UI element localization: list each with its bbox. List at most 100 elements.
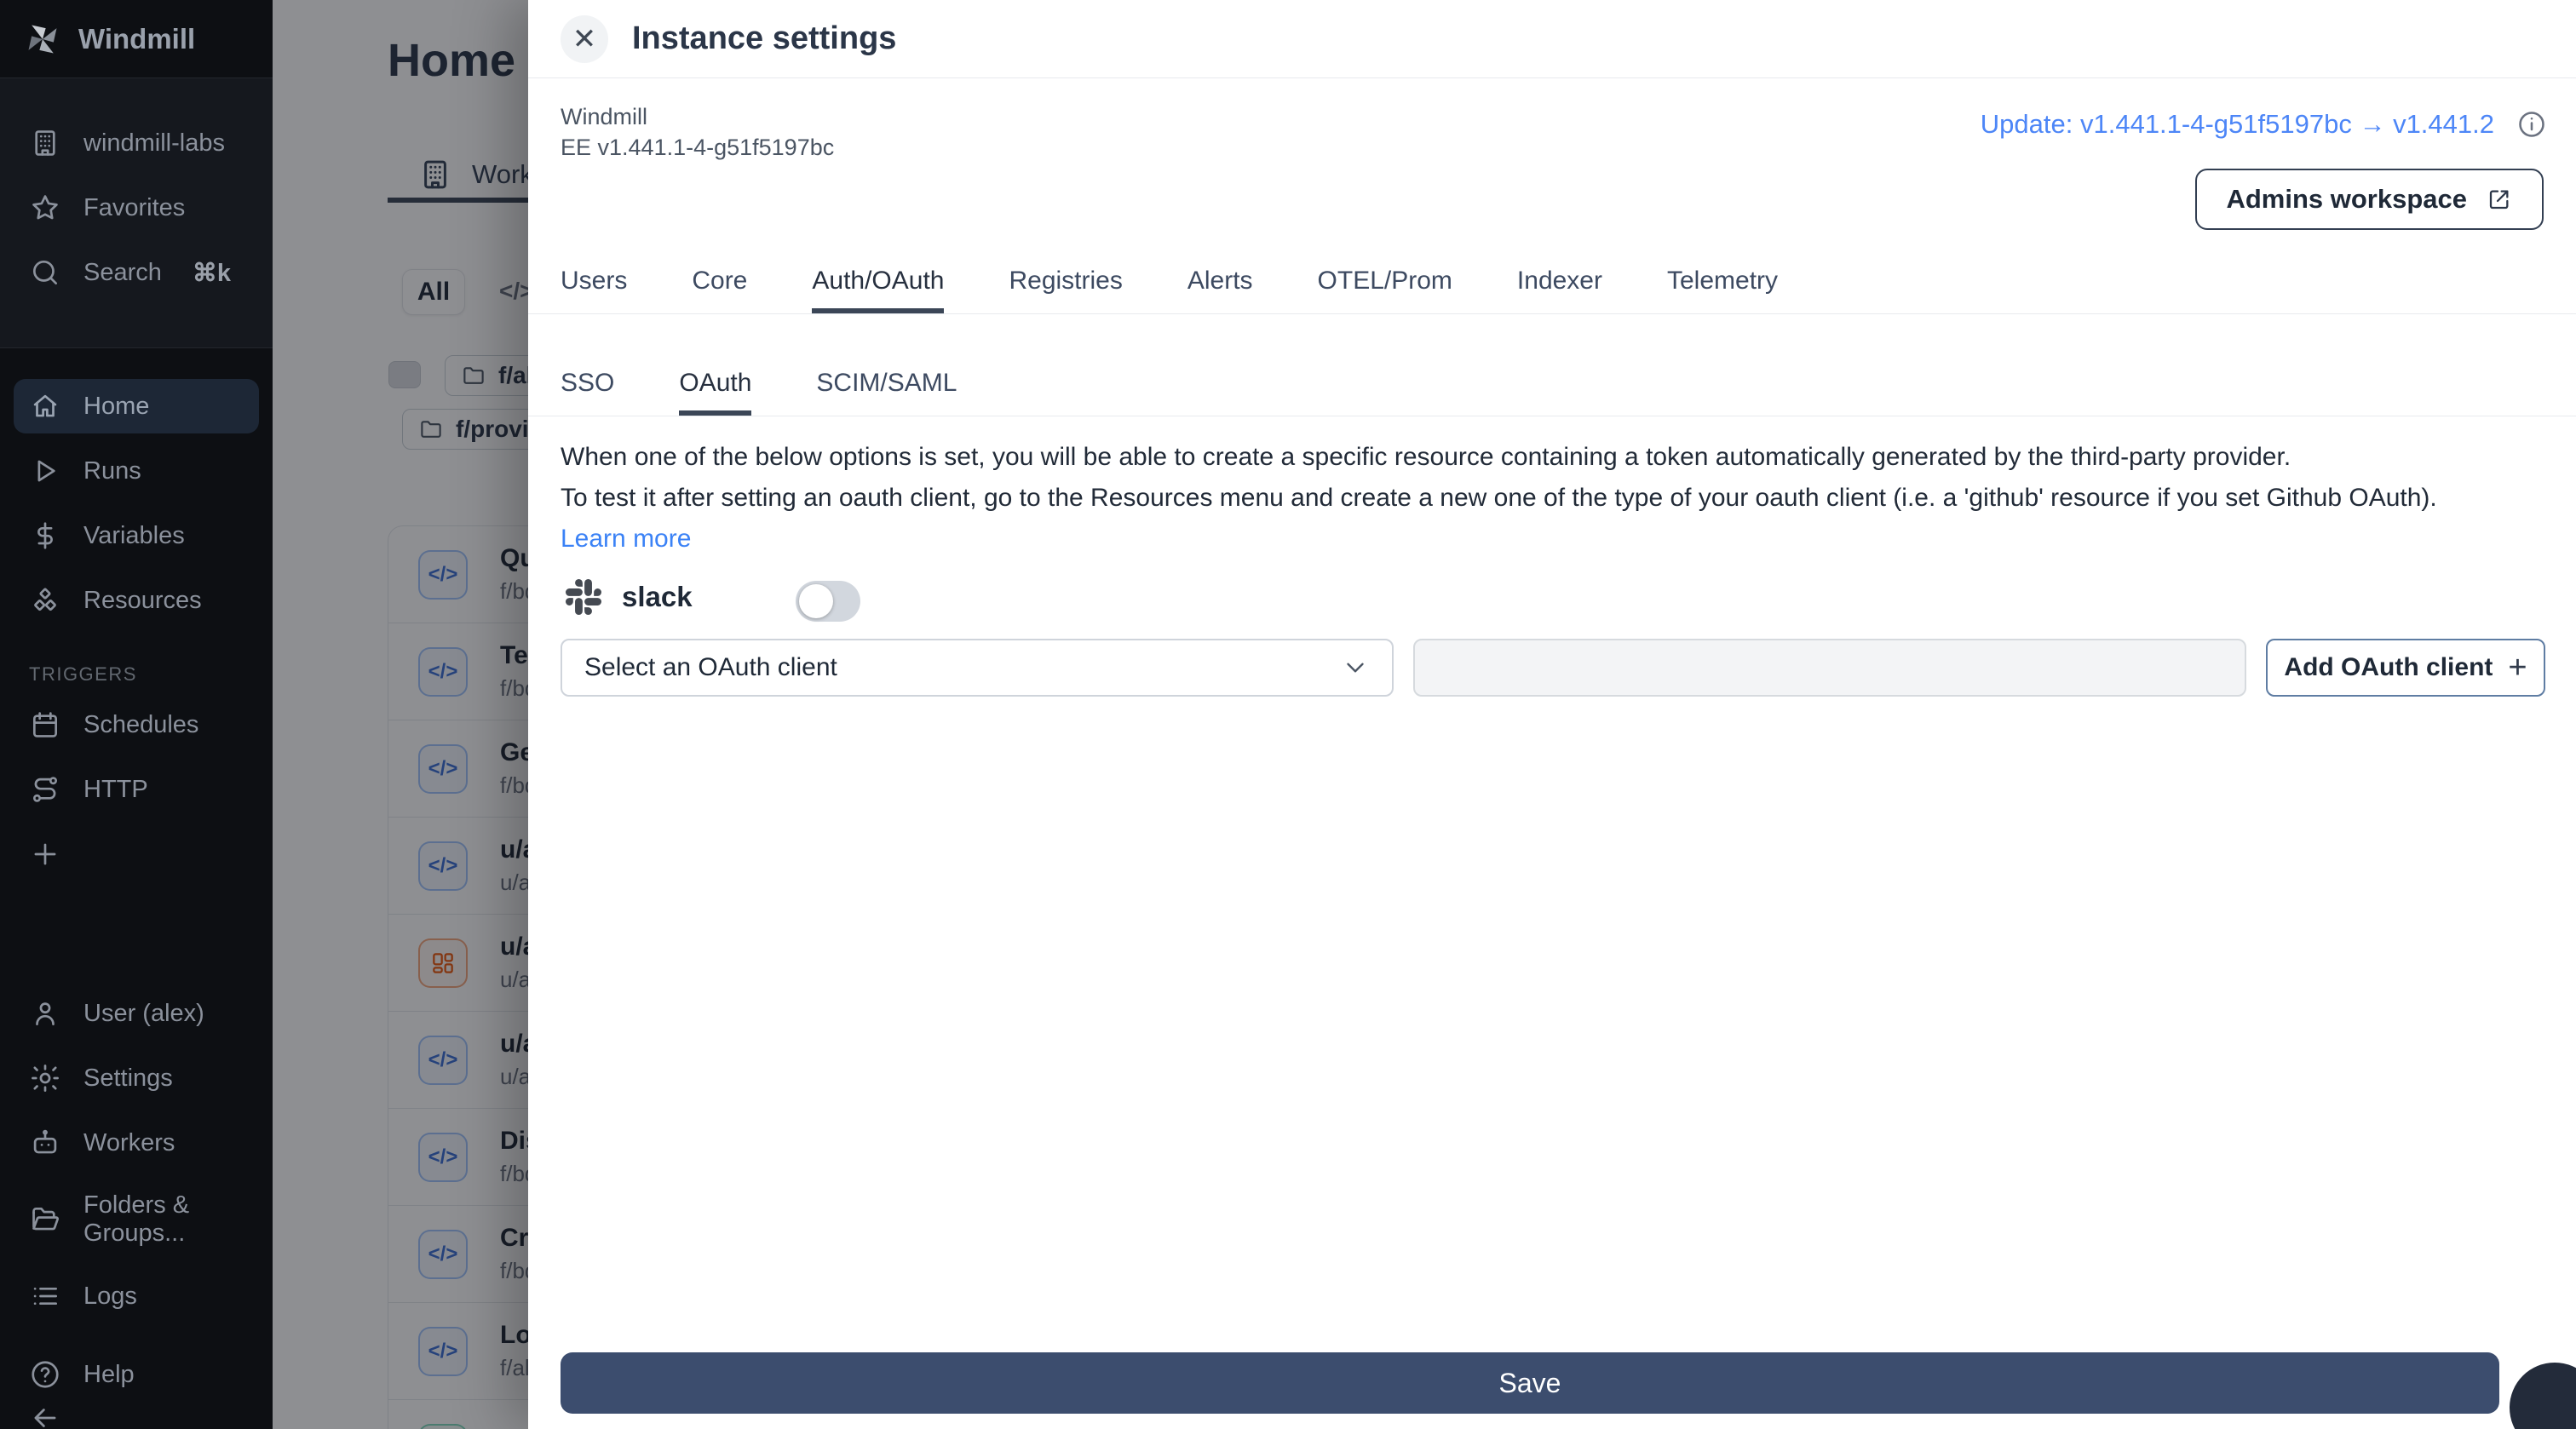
list-icon [33, 1287, 58, 1306]
sidebar-item-logs[interactable]: Logs [14, 1269, 259, 1323]
toggle-knob [799, 584, 833, 618]
calendar-icon [32, 712, 58, 737]
oauth-description-line1: When one of the below options is set, yo… [561, 443, 2291, 471]
search-icon [32, 260, 58, 285]
instance-settings-drawer: ✕ Instance settings Windmill EE v1.441.1… [528, 0, 2576, 1429]
sidebar-item-label: HTTP [83, 775, 148, 803]
sidebar-help-section: Help [14, 1347, 259, 1429]
update-link[interactable]: Update: v1.441.1-4-g51f5197bc → v1.441.2 [1981, 109, 2494, 140]
chevron-down-icon [1347, 663, 1364, 673]
sidebar-item-label: Settings [83, 1064, 173, 1092]
sidebar-item-label: Folders & Groups... [83, 1191, 190, 1247]
slack-label: slack [622, 581, 693, 612]
home-icon [33, 394, 57, 417]
sidebar-item-label: Resources [83, 586, 202, 614]
slack-provider-row: slack [566, 579, 693, 615]
sidebar-bottom-section: User (alex) Settings Workers Folders & G… [14, 986, 259, 1334]
sidebar-workspace-section: windmill-labs Favorites Search ⌘k [0, 78, 273, 348]
tab-telemetry[interactable]: Telemetry [1667, 266, 1778, 313]
instance-version: EE v1.441.1-4-g51f5197bc [561, 135, 835, 160]
windmill-logo-icon [28, 25, 57, 53]
chat-bubble-button[interactable] [2510, 1363, 2576, 1429]
drawer-header: ✕ Instance settings [528, 0, 2576, 78]
sidebar-item-http[interactable]: HTTP [14, 762, 259, 817]
sidebar-item-label: User (alex) [83, 999, 204, 1027]
search-shortcut: ⌘k [192, 259, 232, 287]
subtab-sso[interactable]: SSO [561, 368, 614, 416]
brand: Windmill [0, 0, 273, 78]
sidebar-item-label: Home [83, 392, 150, 420]
sidebar-item-help[interactable]: Help [14, 1347, 259, 1402]
sidebar-item-label: Logs [83, 1282, 137, 1310]
collapse-sidebar-button[interactable] [14, 1402, 259, 1429]
building-icon [35, 130, 55, 156]
add-trigger-button[interactable] [14, 827, 259, 881]
tab-registries[interactable]: Registries [1009, 266, 1122, 313]
sidebar-item-label: Variables [83, 521, 185, 549]
info-icon[interactable] [2516, 109, 2547, 140]
sidebar-item-favorites[interactable]: Favorites [14, 181, 259, 235]
sidebar-item-label: Help [83, 1360, 135, 1388]
add-oauth-client-label: Add OAuth client [2284, 653, 2493, 681]
boxes-icon [34, 588, 56, 611]
oauth-description-line2: To test it after setting an oauth client… [561, 484, 2437, 512]
settings-tabbar: Users Core Auth/OAuth Registries Alerts … [528, 266, 2576, 314]
update-row: Update: v1.441.1-4-g51f5197bc → v1.441.2 [1981, 109, 2547, 140]
auth-subtabbar: SSO OAuth SCIM/SAML [528, 368, 2576, 416]
subtab-scim-saml[interactable]: SCIM/SAML [816, 368, 957, 416]
admins-workspace-label: Admins workspace [2226, 184, 2467, 214]
external-link-icon [2489, 190, 2509, 209]
star-icon [32, 195, 58, 220]
oauth-client-id-input[interactable] [1413, 639, 2246, 697]
instance-name: Windmill [561, 104, 648, 129]
sidebar-item-user[interactable]: User (alex) [14, 986, 259, 1041]
add-oauth-client-button[interactable]: Add OAuth client + [2266, 639, 2545, 697]
drawer-title: Instance settings [632, 20, 897, 56]
slack-icon [566, 579, 601, 615]
admins-workspace-button[interactable]: Admins workspace [2195, 169, 2544, 230]
oauth-client-select[interactable]: Select an OAuth client [561, 639, 1394, 697]
tab-users[interactable]: Users [561, 266, 627, 313]
save-button[interactable]: Save [561, 1352, 2499, 1414]
sidebar-item-folders-groups[interactable]: Folders & Groups... [14, 1180, 259, 1259]
route-icon [32, 777, 58, 802]
plus-icon: + [2508, 649, 2527, 686]
close-icon: ✕ [572, 22, 597, 55]
sidebar-item-search[interactable]: Search ⌘k [14, 245, 259, 300]
user-icon [36, 1002, 55, 1026]
brand-label: Windmill [78, 22, 196, 55]
sidebar: Windmill windmill-labs Favorites Search … [0, 0, 273, 1429]
tab-auth-oauth[interactable]: Auth/OAuth [812, 266, 945, 313]
sidebar-item-label: Runs [83, 456, 141, 485]
bot-icon [33, 1129, 57, 1154]
slack-toggle[interactable] [796, 581, 860, 622]
app-root: Windmill windmill-labs Favorites Search … [0, 0, 2576, 1429]
learn-more-link[interactable]: Learn more [561, 525, 691, 554]
sidebar-item-variables[interactable]: Variables [14, 508, 259, 563]
subtab-oauth[interactable]: OAuth [679, 368, 752, 416]
dollar-icon [37, 522, 53, 549]
tab-otel-prom[interactable]: OTEL/Prom [1318, 266, 1452, 313]
sidebar-item-label: Workers [83, 1128, 175, 1156]
sidebar-item-resources[interactable]: Resources [14, 573, 259, 628]
sidebar-item-label: windmill-labs [83, 129, 225, 157]
arrow-left-icon [34, 1409, 56, 1427]
sidebar-item-settings[interactable]: Settings [14, 1051, 259, 1105]
sidebar-item-runs[interactable]: Runs [14, 444, 259, 498]
sidebar-item-workers[interactable]: Workers [14, 1116, 259, 1170]
help-circle-icon [32, 1361, 59, 1388]
oauth-client-select-value: Select an OAuth client [584, 653, 837, 681]
sidebar-item-schedules[interactable]: Schedules [14, 697, 259, 752]
sidebar-item-label: Search [83, 258, 162, 286]
sidebar-item-home[interactable]: Home [14, 379, 259, 433]
close-button[interactable]: ✕ [561, 14, 608, 63]
sidebar-item-workspace[interactable]: windmill-labs [14, 116, 259, 170]
plus-icon [34, 843, 56, 865]
play-icon [37, 460, 55, 482]
sidebar-item-label: Favorites [83, 193, 186, 221]
tab-indexer[interactable]: Indexer [1517, 266, 1602, 313]
sidebar-item-label: Schedules [83, 710, 199, 738]
tab-alerts[interactable]: Alerts [1187, 266, 1253, 313]
folder-open-icon [32, 1207, 60, 1231]
tab-core[interactable]: Core [692, 266, 747, 313]
